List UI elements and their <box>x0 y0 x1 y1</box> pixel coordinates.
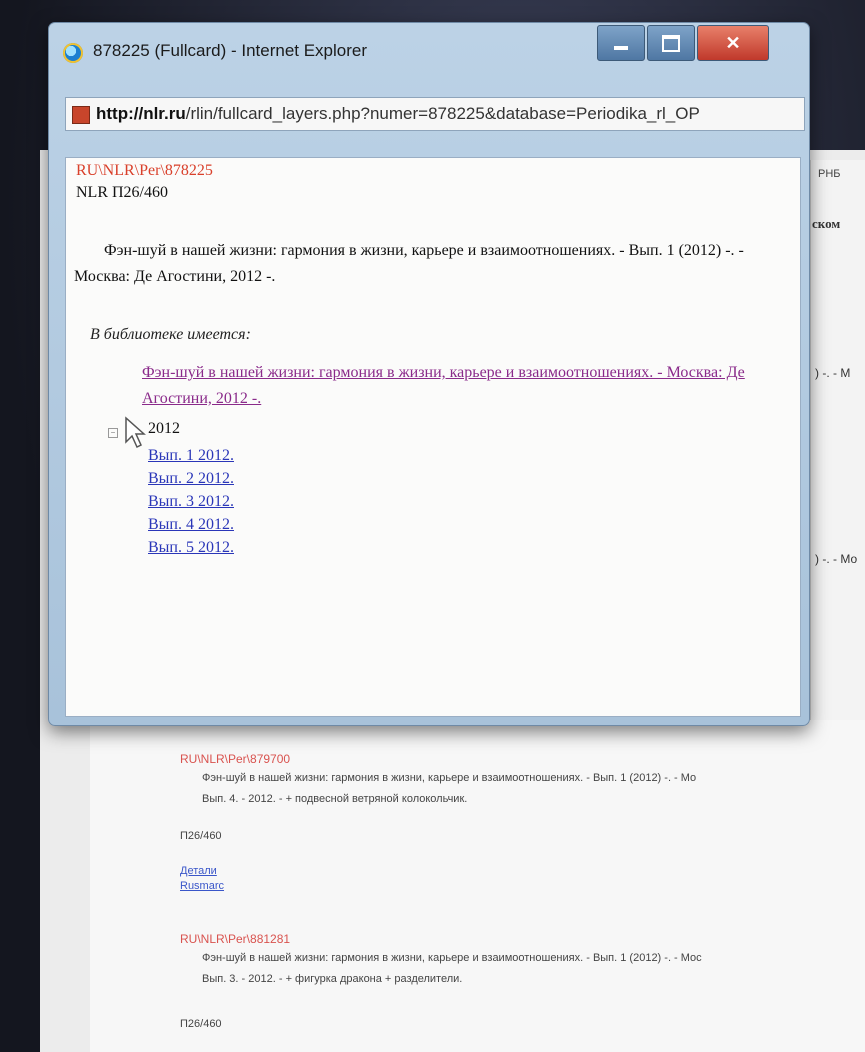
url-text[interactable]: http://nlr.ru/rlin/fullcard_layers.php?n… <box>96 104 700 124</box>
background-side-text: ) -. - М <box>815 366 851 380</box>
close-icon: ✕ <box>725 32 741 53</box>
shelf-mark: NLR П26/460 <box>76 184 168 201</box>
rusmarc-link[interactable]: Rusmarc <box>180 879 696 894</box>
background-record-code: П26/460 <box>180 830 222 842</box>
fullcard-content: RU\NLR\Per\878225 NLR П26/460 Фэн-шуй в … <box>65 157 801 717</box>
background-record-code: П26/460 <box>180 1018 222 1030</box>
issue-link[interactable]: Вып. 4 2012. <box>148 513 234 536</box>
maximize-icon <box>662 34 680 52</box>
issue-list: Вып. 1 2012. Вып. 2 2012. Вып. 3 2012. В… <box>148 444 234 559</box>
tree-collapse-icon[interactable]: − <box>108 428 118 438</box>
details-link[interactable]: Детали <box>180 864 696 879</box>
background-side-label: ском <box>812 216 841 231</box>
background-results: RU\NLR\Per\879700 Фэн-шуй в нашей жизни:… <box>90 720 865 1052</box>
site-favicon-icon <box>72 106 90 124</box>
url-host: http://nlr.ru <box>96 104 186 123</box>
title-bar[interactable]: 878225 (Fullcard) - Internet Explorer ✕ <box>49 23 809 71</box>
url-path: /rlin/fullcard_layers.php?numer=878225&d… <box>185 104 700 123</box>
record-id: RU\NLR\Per\878225 <box>76 162 213 179</box>
address-bar[interactable]: http://nlr.ru/rlin/fullcard_layers.php?n… <box>65 97 805 131</box>
internet-explorer-icon <box>63 43 83 63</box>
background-record-title: Фэн-шуй в нашей жизни: гармония в жизни,… <box>202 952 702 964</box>
issue-link[interactable]: Вып. 5 2012. <box>148 536 234 559</box>
background-record: RU\NLR\Per\881281 Фэн-шуй в нашей жизни:… <box>180 932 702 1030</box>
mouse-cursor-icon <box>125 416 146 449</box>
issue-link[interactable]: Вып. 1 2012. <box>148 444 234 467</box>
window-title: 878225 (Fullcard) - Internet Explorer <box>93 41 368 60</box>
background-record-id: RU\NLR\Per\881281 <box>180 932 291 946</box>
issue-link[interactable]: Вып. 3 2012. <box>148 490 234 513</box>
close-button[interactable]: ✕ <box>697 25 769 61</box>
popup-window: 878225 (Fullcard) - Internet Explorer ✕ … <box>48 22 810 726</box>
background-record-issue: Вып. 4. - 2012. - + подвесной ветряной к… <box>202 793 468 805</box>
background-record-id: RU\NLR\Per\879700 <box>180 752 291 766</box>
background-side-label: РНБ <box>818 168 841 180</box>
maximize-button[interactable] <box>647 25 695 61</box>
background-record-title: Фэн-шуй в нашей жизни: гармония в жизни,… <box>202 772 697 784</box>
background-side-panel <box>810 160 865 720</box>
holdings-heading: В библиотеке имеется: <box>90 326 251 343</box>
year-node[interactable]: 2012 <box>148 420 180 438</box>
background-side-text: ) -. - Мо <box>815 552 858 566</box>
background-record-issue: Вып. 3. - 2012. - + фигурка дракона + ра… <box>202 973 463 985</box>
background-record: RU\NLR\Per\879700 Фэн-шуй в нашей жизни:… <box>180 752 696 894</box>
minimize-button[interactable] <box>597 25 645 61</box>
record-description: Фэн-шуй в нашей жизни: гармония в жизни,… <box>74 242 744 285</box>
minimize-icon <box>614 46 628 50</box>
holding-link[interactable]: Фэн-шуй в нашей жизни: гармония в жизни,… <box>142 360 782 412</box>
issue-link[interactable]: Вып. 2 2012. <box>148 467 234 490</box>
